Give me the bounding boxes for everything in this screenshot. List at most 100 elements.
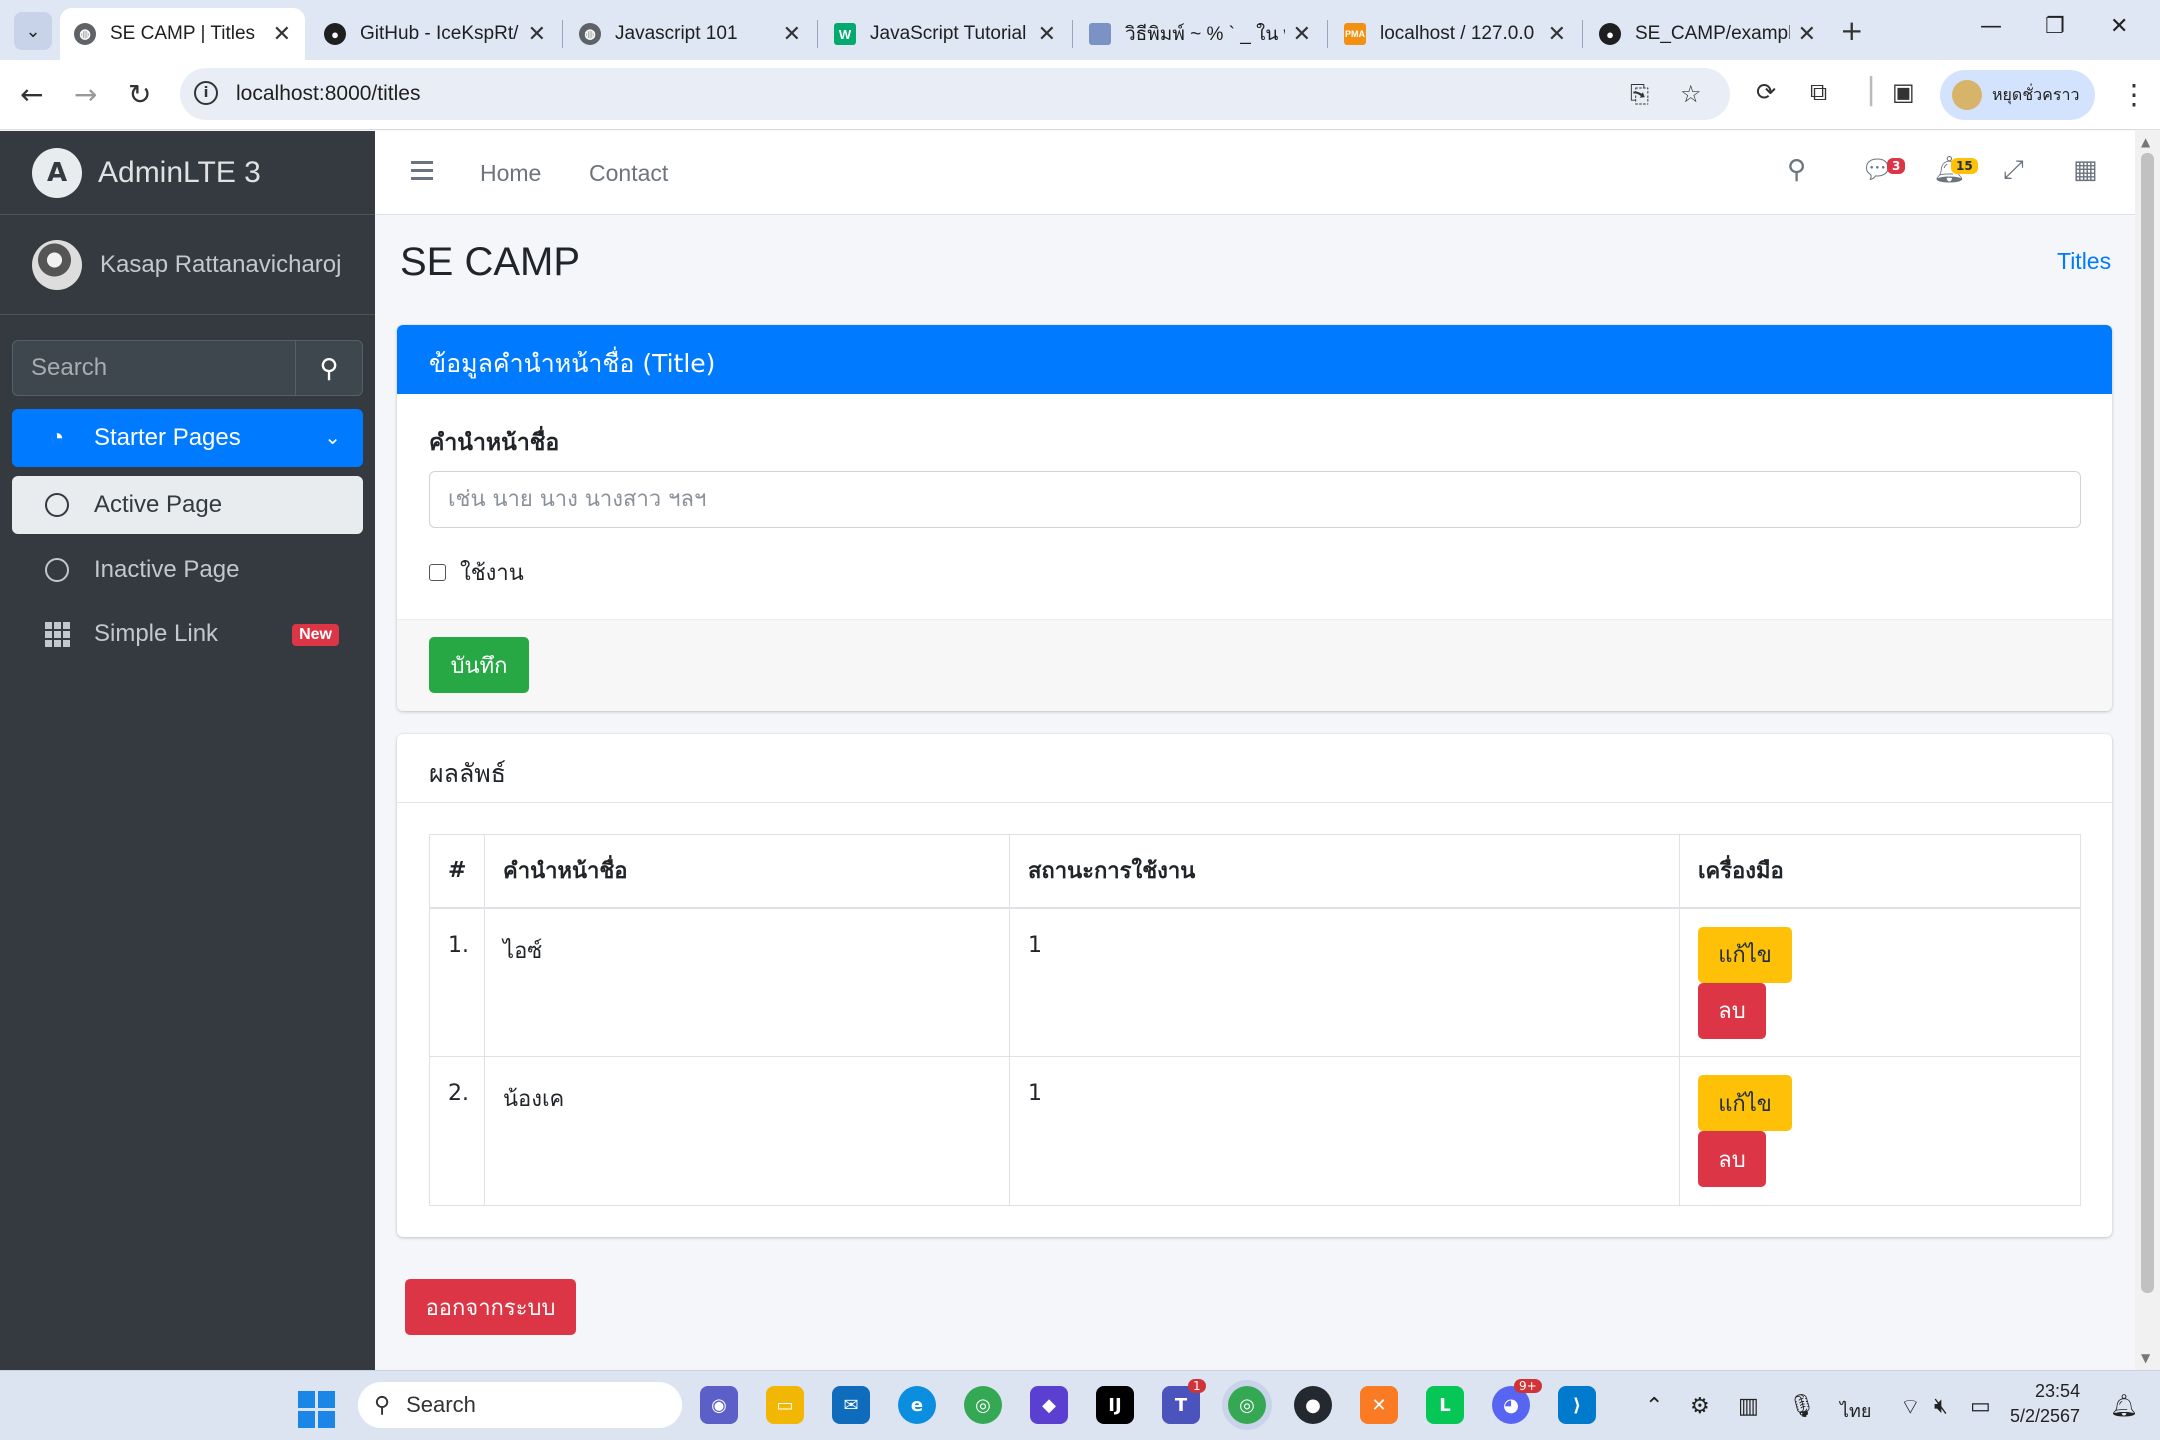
w3schools-icon: W — [834, 23, 856, 45]
title-name-input[interactable] — [429, 471, 2081, 528]
nav-link-home[interactable]: Home — [480, 160, 541, 187]
teams-badge: 1 — [1188, 1379, 1206, 1393]
active-checkbox-group[interactable]: ใช้งาน — [429, 555, 524, 590]
chat-app-icon[interactable]: ◉ — [700, 1386, 738, 1424]
vscode-icon[interactable]: ⟩ — [1558, 1386, 1596, 1424]
battery-icon[interactable]: ▭ — [1970, 1393, 1991, 1419]
breadcrumb[interactable]: Titles — [2057, 248, 2111, 275]
browser-tab[interactable]: ◍ Javascript 101 ✕ — [565, 8, 815, 60]
delete-button[interactable]: ลบ — [1698, 1131, 1766, 1187]
site-info-icon[interactable]: i — [194, 81, 218, 105]
back-icon[interactable]: ← — [20, 78, 43, 111]
sync-icon[interactable]: ⟳ — [1756, 78, 1776, 106]
hamburger-menu-icon[interactable] — [411, 161, 433, 185]
logout-button[interactable]: ออกจากระบบ — [405, 1279, 576, 1335]
sidebar-item-active-page[interactable]: Active Page — [12, 476, 363, 534]
close-tab-icon[interactable]: ✕ — [528, 21, 546, 47]
close-tab-icon[interactable]: ✕ — [1548, 21, 1566, 47]
brand-link[interactable]: A AdminLTE 3 — [0, 131, 375, 215]
mail-icon[interactable]: ✉ — [832, 1386, 870, 1424]
scrollbar-thumb[interactable] — [2141, 153, 2154, 1293]
result-card: ผลลัพธ์ # คำนำหน้าชื่อ สถานะการใช้งาน เค… — [397, 734, 2112, 1237]
form-card-footer — [397, 619, 2112, 711]
intellij-icon[interactable]: IJ — [1096, 1386, 1134, 1424]
chrome-profile-icon[interactable]: ◎ — [1228, 1386, 1266, 1424]
close-tab-icon[interactable]: ✕ — [783, 21, 801, 47]
performance-icon[interactable]: ▥ — [1738, 1393, 1759, 1419]
tachometer-icon: ◔ — [49, 424, 65, 451]
tab-search-button[interactable]: ⌄ — [14, 12, 52, 50]
restore-icon[interactable]: ❐ — [2045, 14, 2065, 39]
control-sidebar-icon[interactable]: ▦ — [2073, 155, 2098, 185]
sidebar-item-inactive-page[interactable]: Inactive Page — [12, 541, 363, 599]
chrome-icon[interactable]: ◎ — [964, 1386, 1002, 1424]
browser-tab[interactable]: ● GitHub - IceKspRt/ ✕ — [310, 8, 560, 60]
forward-icon[interactable]: → — [74, 78, 97, 111]
edge-icon[interactable]: e — [898, 1386, 936, 1424]
user-panel[interactable]: Kasap Rattanavicharoj — [0, 215, 375, 315]
menu-kebab-icon[interactable]: ⋮ — [2120, 78, 2148, 111]
side-panel-icon[interactable]: ▣ — [1892, 78, 1915, 106]
close-tab-icon[interactable]: ✕ — [1798, 21, 1816, 47]
file-explorer-icon[interactable]: ▭ — [766, 1386, 804, 1424]
sidebar-item-starter-pages[interactable]: ◔ Starter Pages ⌄ — [12, 409, 363, 467]
browser-tab[interactable]: วิธีพิมพ์ ~ % ` _ ใน w ✕ — [1075, 8, 1325, 60]
title-field-label: คำนำหน้าชื่อ — [429, 430, 560, 456]
main-header: Home Contact ⚲ 💬︎ 3 🔔︎ 15 ⤢ ▦ — [375, 131, 2135, 215]
taskbar-clock[interactable]: 23:54 5/2/2567 — [2010, 1379, 2080, 1429]
windows-start-icon[interactable] — [298, 1391, 335, 1428]
close-tab-icon[interactable]: ✕ — [273, 21, 291, 47]
address-bar[interactable]: i localhost:8000/titles ⎘ ☆ — [180, 68, 1730, 120]
search-icon[interactable]: ⚲ — [1787, 155, 1806, 185]
volume-muted-icon[interactable]: 🔇︎ — [1934, 1393, 1948, 1419]
show-hidden-icons-icon[interactable]: ⌃ — [1645, 1393, 1663, 1419]
row-tools: แก้ไข ลบ — [1679, 1056, 2081, 1206]
xampp-icon[interactable]: ✕ — [1360, 1386, 1398, 1424]
form-card-header: ข้อมูลคำนำหน้าชื่อ (Title) — [397, 325, 2112, 394]
column-header-tools: เครื่องมือ — [1679, 834, 2081, 909]
browser-tab[interactable]: W JavaScript Tutorial ✕ — [820, 8, 1070, 60]
fullscreen-icon[interactable]: ⤢ — [2003, 155, 2024, 186]
bookmark-star-icon[interactable]: ☆ — [1680, 80, 1702, 108]
edit-button[interactable]: แก้ไข — [1698, 926, 1792, 983]
close-window-icon[interactable]: ✕ — [2110, 14, 2128, 39]
profile-button[interactable]: หยุดชั่วคราว — [1940, 70, 2095, 120]
active-checkbox-label[interactable]: ใช้งาน — [460, 555, 524, 590]
close-tab-icon[interactable]: ✕ — [1038, 21, 1056, 47]
reload-icon[interactable]: ↻ — [128, 78, 151, 111]
url-text[interactable]: localhost:8000/titles — [236, 82, 420, 106]
active-checkbox[interactable] — [429, 564, 446, 581]
save-button[interactable]: บันทึก — [429, 637, 529, 693]
settings-sliders-icon[interactable]: ⚙ — [1690, 1393, 1710, 1419]
close-tab-icon[interactable]: ✕ — [1293, 21, 1311, 47]
browser-tab-active[interactable]: ◍ SE CAMP | Titles ✕ — [60, 8, 305, 60]
chevron-down-icon: ⌄ — [25, 20, 41, 42]
minimize-icon[interactable]: — — [1980, 14, 2002, 39]
delete-button[interactable]: ลบ — [1698, 982, 1766, 1039]
taskbar-search[interactable]: ⚲ Search — [358, 1382, 682, 1428]
line-icon[interactable]: L — [1426, 1386, 1464, 1424]
dev-home-icon[interactable]: ◆ — [1030, 1386, 1068, 1424]
input-language[interactable]: ไทย — [1840, 1396, 1871, 1425]
sidebar-search-button[interactable]: ⚲ — [295, 340, 363, 396]
browser-tab[interactable]: PMA localhost / 127.0.0 ✕ — [1330, 8, 1580, 60]
new-tab-button[interactable]: + — [1840, 14, 1863, 47]
scroll-up-icon[interactable]: ▲ — [2141, 135, 2150, 149]
extensions-icon[interactable]: ⧉ — [1810, 78, 1827, 106]
page-scrollbar[interactable]: ▲ ▼ — [2135, 131, 2160, 1370]
edit-button[interactable]: แก้ไข — [1698, 1075, 1792, 1131]
sidebar-search-input[interactable] — [12, 340, 295, 396]
sidebar-item-simple-link[interactable]: Simple Link New — [12, 605, 363, 663]
column-header-title: คำนำหน้าชื่อ — [484, 834, 1010, 909]
github-desktop-icon[interactable]: ● — [1294, 1386, 1332, 1424]
wifi-icon[interactable]: ⌔ — [1900, 1393, 1921, 1421]
nav-link-contact[interactable]: Contact — [589, 160, 668, 187]
user-name[interactable]: Kasap Rattanavicharoj — [100, 251, 341, 279]
scroll-down-icon[interactable]: ▼ — [2141, 1351, 2150, 1365]
avatar-icon — [1089, 23, 1111, 45]
microphone-icon[interactable]: 🎙︎ — [1788, 1393, 1816, 1419]
notification-bell-icon[interactable]: 🔔︎ — [2110, 1393, 2138, 1419]
browser-tab[interactable]: ● SE_CAMP/example ✕ — [1585, 8, 1830, 60]
browser-tab-strip: ⌄ ◍ SE CAMP | Titles ✕ ● GitHub - IceKsp… — [0, 0, 2160, 60]
translate-icon[interactable]: ⎘ — [1630, 80, 1649, 108]
